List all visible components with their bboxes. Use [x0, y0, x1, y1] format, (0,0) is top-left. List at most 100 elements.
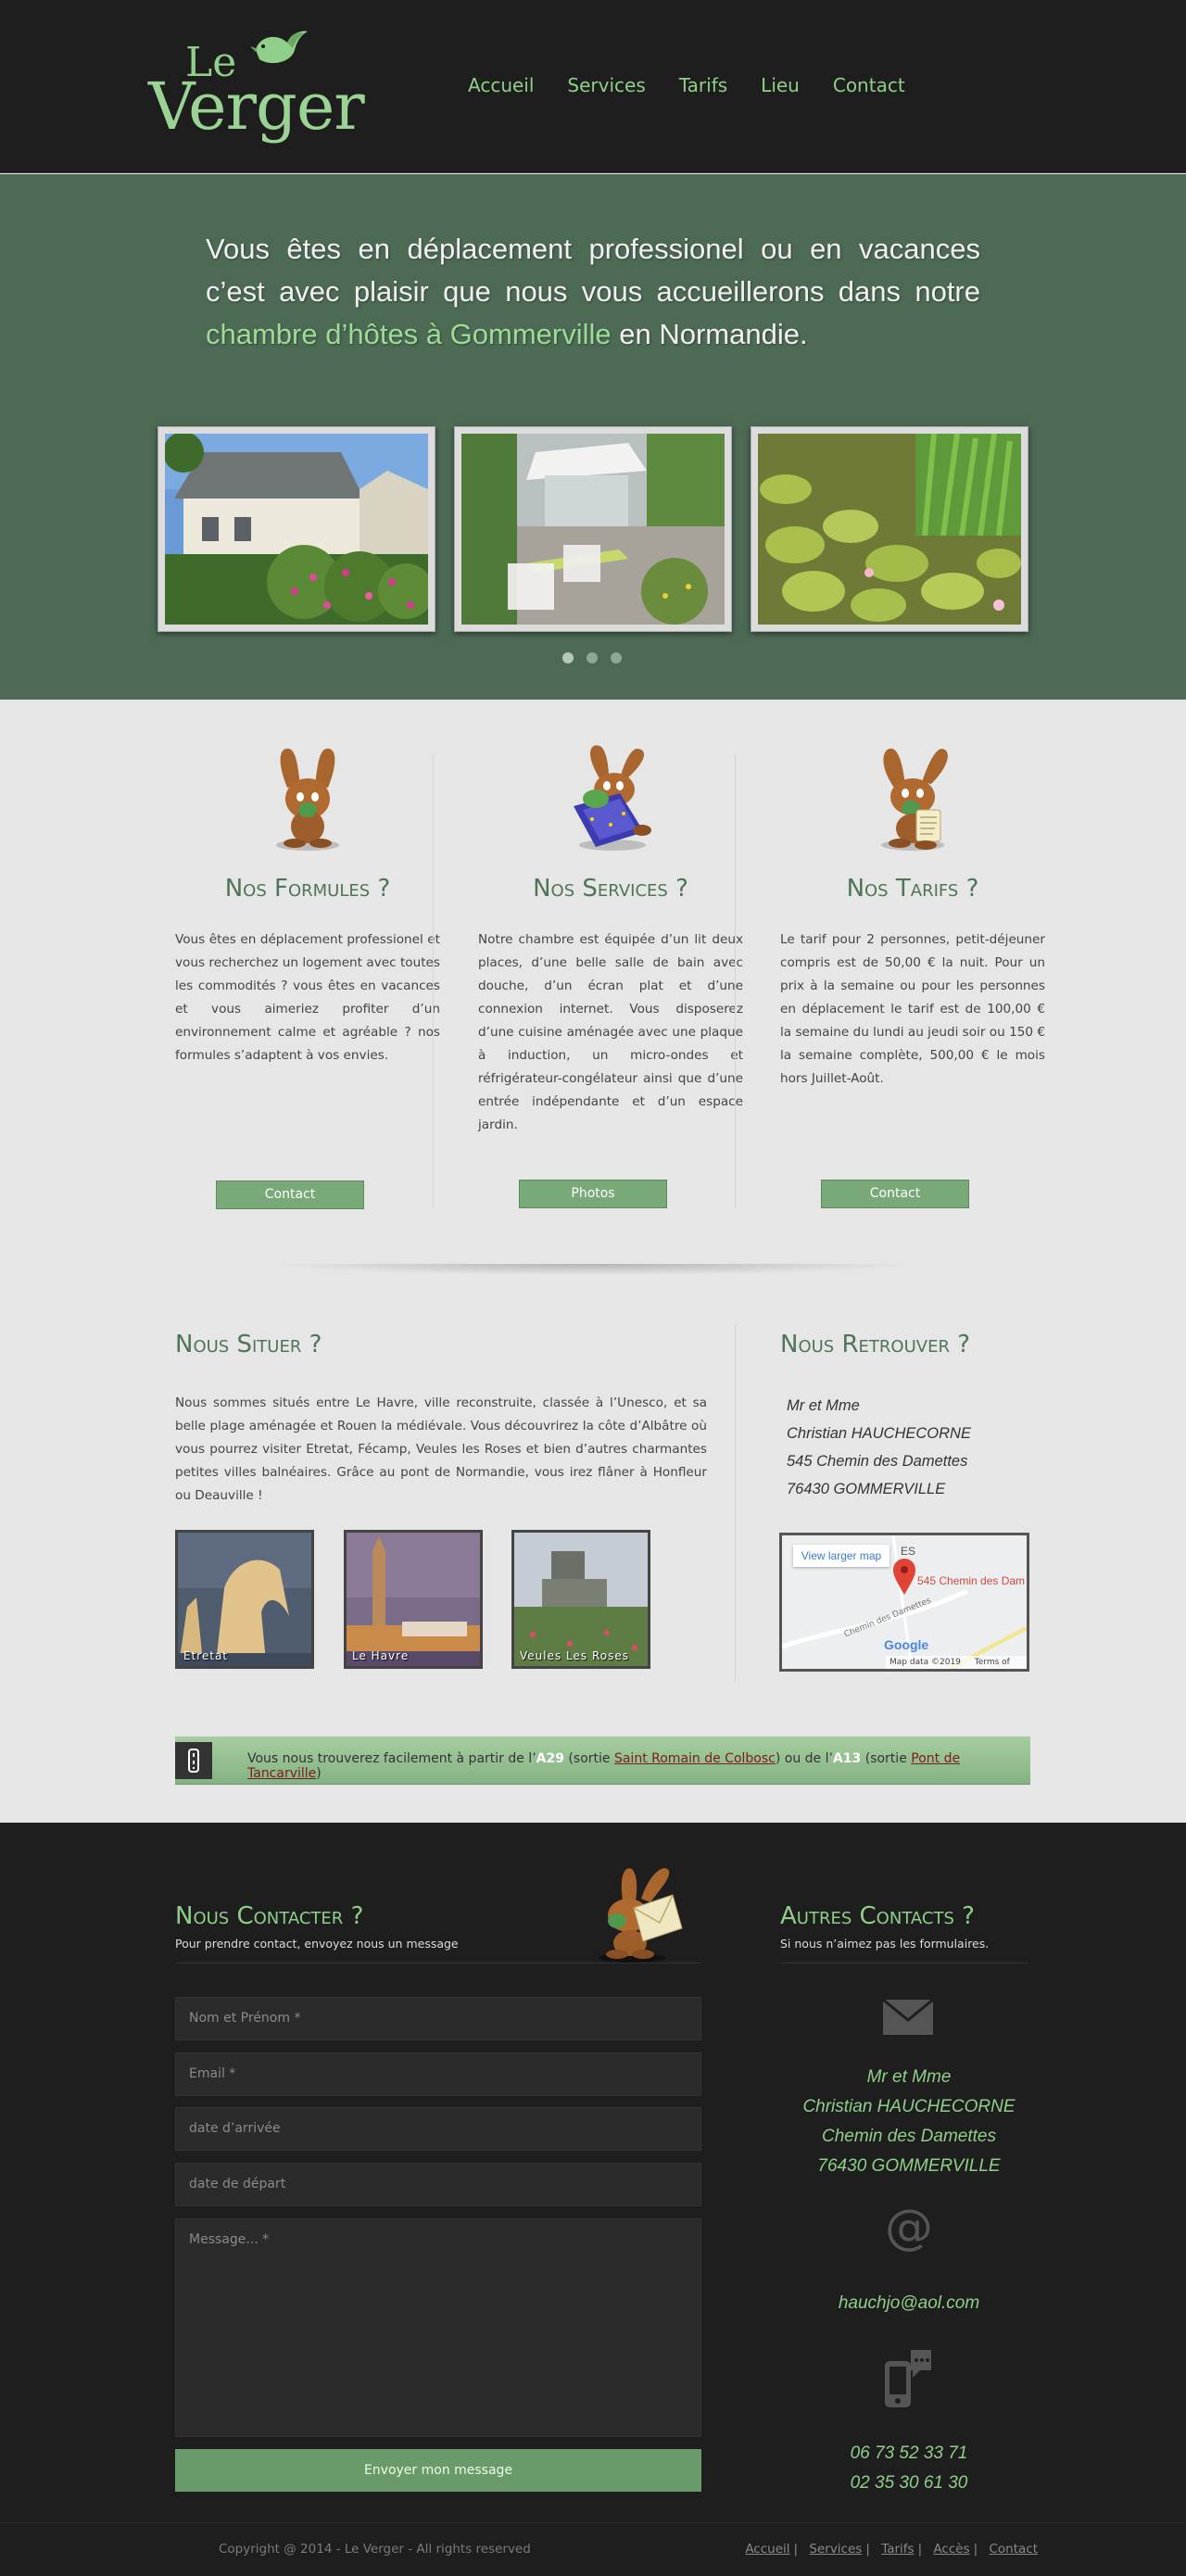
email-input[interactable]: Email *: [175, 2052, 701, 2096]
map-pin-icon[interactable]: [891, 1558, 917, 1595]
name-input[interactable]: Nom et Prénom *: [175, 1997, 701, 2040]
column-title: Nos Formules ?: [224, 875, 391, 903]
arrival-date-input[interactable]: date d’arrivée: [175, 2107, 701, 2151]
google-map[interactable]: View larger map ES 545 Chemin des Dam Ch…: [779, 1533, 1029, 1672]
rabbit-mail-icon: [599, 1868, 683, 1963]
nav-services[interactable]: Services: [567, 74, 645, 96]
banner-exit-prefix: (sortie: [861, 1751, 912, 1766]
banner-text: Vous nous trouverez facilement à partir …: [247, 1751, 1030, 1781]
thumb-etretat[interactable]: Etretat: [175, 1530, 314, 1669]
thumb-caption: Veules Les Roses: [520, 1649, 629, 1662]
situer-title: Nous Situer ?: [175, 1331, 322, 1358]
site-header: Le Verger Accueil Services Tarifs Lieu C…: [0, 0, 1186, 173]
hero-text-highlight: chambre d’hôtes à Gommerville: [206, 318, 612, 350]
column-divider: [735, 754, 736, 1208]
autres-email[interactable]: hauchjo@aol.com: [779, 2289, 1039, 2318]
footer-separator: |: [973, 2542, 978, 2557]
phone-number-landline[interactable]: 02 35 30 61 30: [779, 2469, 1039, 2498]
rabbit-scroll-icon: [881, 748, 948, 851]
nav-tarifs[interactable]: Tarifs: [679, 74, 727, 96]
address-line: 76430 GOMMERVILLE: [787, 1481, 946, 1497]
contact-title: Nous Contacter ?: [175, 1902, 364, 1930]
address-line: Christian HAUCHECORNE: [787, 1425, 971, 1442]
banner-suffix: ): [316, 1766, 322, 1781]
garden-photo: [461, 434, 725, 625]
copyright-text: Copyright @ 2014 - Le Verger - All right…: [219, 2542, 531, 2557]
footer-link-services[interactable]: Services: [809, 2542, 862, 2557]
send-message-button[interactable]: Envoyer mon message: [175, 2449, 701, 2492]
banner-prefix: Vous nous trouverez facilement à partir …: [247, 1751, 536, 1766]
slider-dot-1[interactable]: [562, 652, 574, 663]
thumb-caption: Etretat: [183, 1649, 229, 1662]
footer-link-acces[interactable]: Accès: [933, 2542, 969, 2557]
autres-subtitle: Si nous n’aimez pas les formulaires.: [780, 1937, 990, 1951]
column-text: Le tarif pour 2 personnes, petit-déjeune…: [780, 932, 1045, 1086]
hero-text: Vous êtes en déplacement professionel ou…: [206, 228, 980, 356]
house-photo: [165, 434, 428, 625]
footer-separator: |: [793, 2542, 799, 2557]
hero-text-end: en Normandie.: [611, 318, 808, 350]
banner-mid: ) ou de l’: [775, 1751, 833, 1766]
autres-phones: 06 73 52 33 71 02 35 30 61 30: [779, 2439, 1039, 2498]
view-larger-map-link[interactable]: View larger map: [793, 1545, 890, 1567]
pond-photo: [758, 434, 1021, 625]
bird-icon: [250, 31, 308, 64]
footer-separator: |: [865, 2542, 870, 2557]
column-title: Nos Tarifs ?: [846, 875, 979, 903]
section-divider: [735, 1325, 736, 1681]
address-line: 76430 GOMMERVILLE: [817, 2156, 1001, 2176]
footer-link-contact[interactable]: Contact: [989, 2542, 1038, 2557]
hero-section: Vous êtes en déplacement professionel ou…: [0, 174, 1186, 700]
slider-dot-2[interactable]: [587, 652, 598, 663]
phone-number-mobile[interactable]: 06 73 52 33 71: [779, 2439, 1039, 2469]
footer-link-tarifs[interactable]: Tarifs: [881, 2542, 914, 2557]
footer-link-accueil[interactable]: Accueil: [745, 2542, 789, 2557]
message-textarea[interactable]: Message... *: [175, 2218, 701, 2437]
nav-contact[interactable]: Contact: [833, 74, 905, 96]
autres-title: Autres Contacts ?: [780, 1902, 975, 1930]
main-nav: Accueil Services Tarifs Lieu Contact: [468, 74, 905, 96]
section-divider-shadow: [269, 1264, 917, 1275]
banner-exit-prefix: (sortie: [563, 1751, 614, 1766]
logo[interactable]: Le Verger: [146, 26, 365, 145]
column-formules: Nos Formules ? Vous êtes en déplacement …: [175, 741, 440, 1067]
departure-date-input[interactable]: date de départ: [175, 2163, 701, 2206]
contact-divider: [175, 1963, 701, 1964]
access-banner: Vous nous trouverez facilement à partir …: [175, 1736, 1030, 1785]
thumb-le-havre[interactable]: Le Havre: [344, 1530, 483, 1669]
nav-lieu[interactable]: Lieu: [761, 74, 800, 96]
slider-photo-house[interactable]: [158, 426, 435, 632]
envelope-icon: [883, 2000, 933, 2035]
address-line: Mr et Mme: [866, 2067, 952, 2087]
slider-dots: [562, 652, 622, 663]
google-logo: Google: [884, 1637, 929, 1652]
address-line: Mr et Mme: [787, 1397, 860, 1414]
column-text: Notre chambre est équipée d’un lit deux …: [478, 932, 743, 1132]
hero-text-main: Vous êtes en déplacement professionel ou…: [206, 233, 980, 308]
services-photos-button[interactable]: Photos: [519, 1180, 667, 1208]
rabbit-reading-icon: [574, 745, 651, 851]
banner-exit-link-1[interactable]: Saint Romain de Colbosc: [614, 1751, 776, 1766]
footer-nav: Accueil | Services | Tarifs | Accès | Contac…: [745, 2542, 1038, 2557]
nav-accueil[interactable]: Accueil: [468, 74, 534, 96]
column-text: Vous êtes en déplacement professionel et…: [175, 932, 440, 1063]
column-services: Nos Services ? Notre chambre est équipée…: [478, 741, 743, 1137]
veules-photo: [514, 1533, 648, 1666]
column-divider: [433, 754, 434, 1208]
slider-dot-3[interactable]: [611, 652, 622, 663]
column-title: Nos Services ?: [533, 875, 688, 903]
banner-road-a13: A13: [832, 1751, 862, 1766]
slider-photo-pond[interactable]: [751, 426, 1028, 632]
formules-contact-button[interactable]: Contact: [216, 1181, 364, 1209]
thumb-caption: Le Havre: [352, 1649, 410, 1662]
situer-text: Nous sommes situés entre Le Havre, ville…: [175, 1395, 707, 1503]
map-place-letters: ES: [901, 1545, 916, 1558]
autres-address: Mr et Mme Christian HAUCHECORNE Chemin d…: [779, 2063, 1039, 2181]
bottom-bar: Copyright @ 2014 - Le Verger - All right…: [0, 2522, 1186, 2576]
column-tarifs: Nos Tarifs ? Le tarif pour 2 personnes, …: [780, 741, 1045, 1091]
autres-divider: [780, 1963, 1028, 1964]
address-line: 545 Chemin des Damettes: [787, 1453, 968, 1470]
tarifs-contact-button[interactable]: Contact: [821, 1180, 969, 1208]
slider-photo-garden[interactable]: [454, 426, 732, 632]
thumb-veules-les-roses[interactable]: Veules Les Roses: [511, 1530, 650, 1669]
